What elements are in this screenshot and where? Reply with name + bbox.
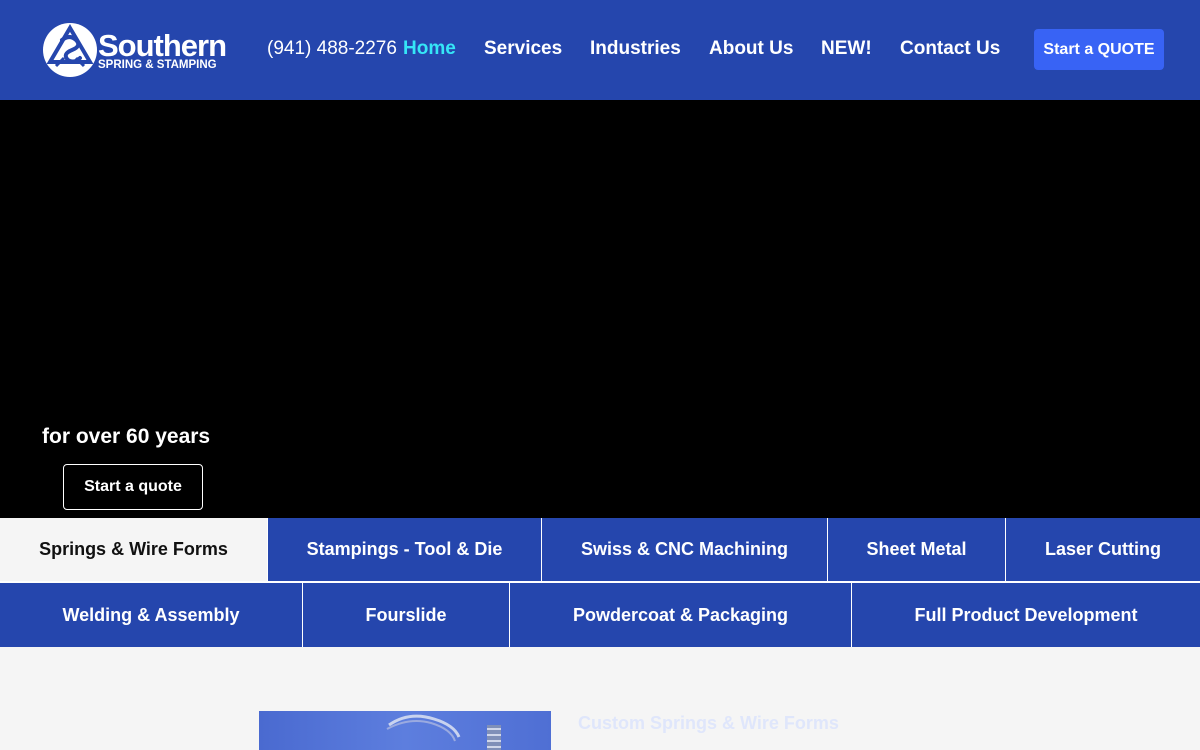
section-title: Custom Springs & Wire Forms <box>578 713 839 733</box>
nav-contact-us[interactable]: Contact Us <box>900 38 1000 60</box>
nav-about-us[interactable]: About Us <box>709 38 793 60</box>
tab-swiss-cnc-machining[interactable]: Swiss & CNC Machining <box>542 518 828 581</box>
content-section: Custom Springs & Wire Forms <box>0 647 1200 750</box>
nav-home[interactable]: Home <box>403 38 456 60</box>
tab-sheet-metal[interactable]: Sheet Metal <box>828 518 1006 581</box>
hero-start-quote-button[interactable]: Start a quote <box>63 464 203 510</box>
start-quote-button[interactable]: Start a QUOTE <box>1034 29 1164 70</box>
springs-product-image <box>259 711 551 750</box>
site-logo[interactable]: Southern SPRING & STAMPING <box>42 20 242 80</box>
phone-link[interactable]: (941) 488-2276 <box>267 38 397 60</box>
nav-industries[interactable]: Industries <box>590 38 681 60</box>
tab-stampings-tool-die[interactable]: Stampings - Tool & Die <box>268 518 542 581</box>
nav-new[interactable]: NEW! <box>821 38 872 60</box>
tab-fourslide[interactable]: Fourslide <box>303 583 510 647</box>
tab-welding-assembly[interactable]: Welding & Assembly <box>0 583 303 647</box>
hero-tagline: for over 60 years <box>42 425 211 448</box>
nav-services[interactable]: Services <box>484 38 562 60</box>
tab-powdercoat-packaging[interactable]: Powdercoat & Packaging <box>510 583 852 647</box>
logo-mark-icon <box>43 23 97 77</box>
logo-text: Southern SPRING & STAMPING <box>98 28 227 72</box>
hero-section: for over 60 years Start a quote <box>0 100 1200 518</box>
tab-springs-wire-forms[interactable]: Springs & Wire Forms <box>0 518 268 581</box>
logo-subtitle: SPRING & STAMPING <box>98 59 217 72</box>
tab-full-product-development[interactable]: Full Product Development <box>852 583 1200 647</box>
tab-laser-cutting[interactable]: Laser Cutting <box>1006 518 1200 581</box>
site-header: Southern SPRING & STAMPING (941) 488-227… <box>0 0 1200 100</box>
spring-coil-icon <box>386 714 501 750</box>
service-tabs-row-2: Welding & Assembly Fourslide Powdercoat … <box>0 583 1200 647</box>
logo-name: Southern <box>98 28 227 64</box>
service-tabs-row-1: Springs & Wire Forms Stampings - Tool & … <box>0 518 1200 581</box>
